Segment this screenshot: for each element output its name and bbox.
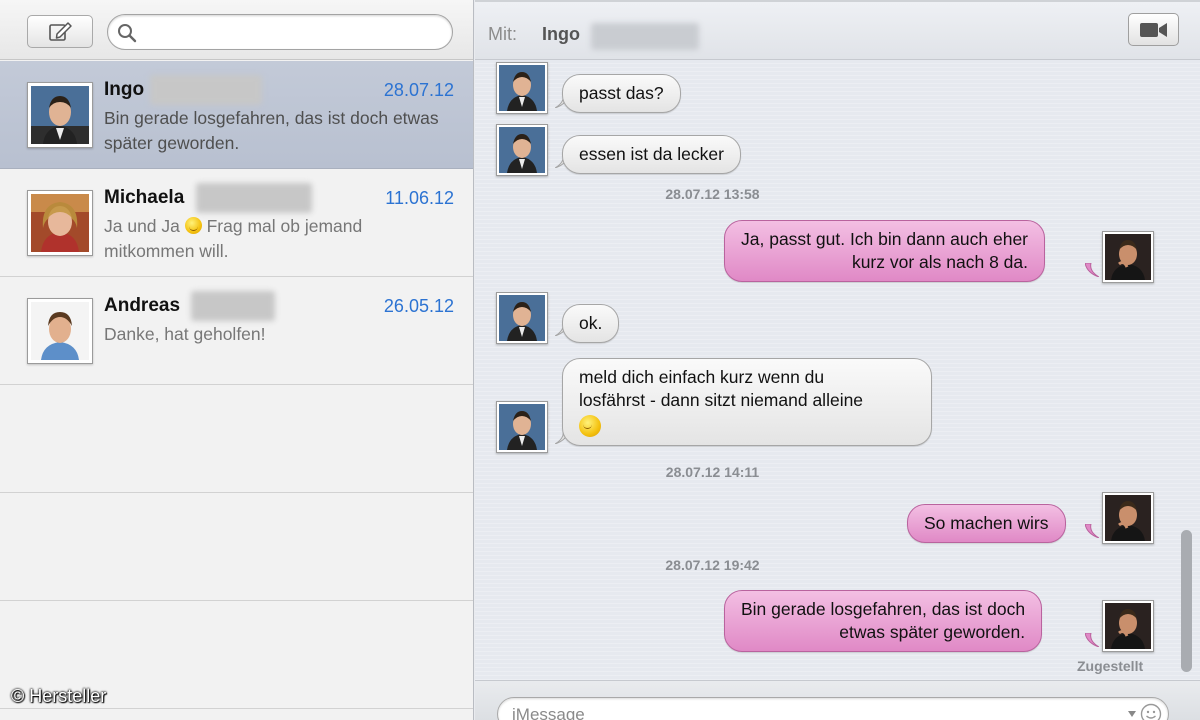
conversation-sidebar: Ingo 28.07.12 Bin gerade losgefahren, da…	[0, 0, 474, 720]
search-field[interactable]	[107, 14, 453, 50]
avatar	[27, 190, 93, 256]
incoming-message: meld dich einfach kurz wenn du losfährst…	[562, 358, 932, 446]
conversation-preview: Danke, hat geholfen!	[104, 324, 266, 344]
sender-avatar	[496, 124, 548, 176]
own-avatar	[1102, 492, 1154, 544]
outgoing-message: So machen wirs	[907, 504, 1066, 543]
sender-avatar	[496, 62, 548, 114]
compose-button[interactable]	[27, 15, 93, 48]
timestamp-text: 28.07.12 14:11	[665, 464, 760, 480]
timestamp-text: 28.07.12 19:42	[665, 557, 760, 573]
conversation-item-ingo[interactable]: Ingo 28.07.12 Bin gerade losgefahren, da…	[0, 61, 473, 169]
avatar	[27, 82, 93, 148]
empty-conversation-row	[0, 493, 473, 601]
outgoing-message: Bin gerade losgefahren, das ist doch etw…	[724, 590, 1043, 652]
empty-conversation-row	[0, 385, 473, 493]
outgoing-message: Ja, passt gut. Ich bin dann auch eher ku…	[724, 220, 1045, 282]
bubble-tail	[1085, 263, 1099, 277]
chat-scrollbar[interactable]	[1181, 530, 1192, 672]
message-text-line: etwas später geworden.	[839, 622, 1026, 642]
compose-icon	[49, 21, 72, 41]
own-avatar	[1102, 600, 1154, 652]
delivery-status: Zugestellt	[1077, 658, 1144, 674]
emoji-picker-button[interactable]	[1120, 703, 1162, 720]
dropdown-arrow-icon	[1128, 711, 1136, 717]
message-timestamp: 28.07.12 14:11	[475, 464, 1200, 480]
conversation-item-andreas[interactable]: Andreas 26.05.12 Danke, hat geholfen!	[0, 277, 473, 385]
redacted-surname	[196, 183, 312, 213]
bubble-tail	[1085, 633, 1099, 647]
smiley-emoji-icon	[579, 415, 601, 437]
bubble-tail	[1085, 524, 1099, 538]
sidebar-toolbar	[0, 0, 473, 60]
redacted-surname	[591, 23, 699, 50]
sender-avatar	[496, 401, 548, 453]
message-text-line: Ja, passt gut. Ich bin dann auch eher	[741, 229, 1028, 249]
conversation-date: 26.05.12	[383, 296, 454, 316]
video-camera-icon	[1139, 22, 1167, 37]
smiley-emoji-icon	[184, 217, 202, 234]
chat-pane: Mit: Ingo passt das? essen ist da lecker…	[475, 0, 1200, 720]
incoming-message: passt das?	[562, 74, 681, 113]
sender-avatar	[496, 292, 548, 344]
message-text: So machen wirs	[924, 513, 1049, 533]
message-timestamp: 28.07.12 19:42	[475, 557, 1200, 573]
message-text-line: Bin gerade losgefahren, das ist doch	[741, 599, 1026, 619]
redacted-surname	[191, 291, 275, 321]
copyright-watermark: © Hersteller	[11, 686, 107, 706]
conversation-date: 11.06.12	[385, 188, 454, 208]
message-text-line: losfährst - dann sitzt niemand alleine	[579, 390, 864, 410]
conversation-date: 28.07.12	[383, 80, 454, 100]
conversation-preview: Ja und Ja Frag mal ob jemand mitkommen w…	[104, 214, 454, 264]
redacted-surname	[150, 75, 262, 105]
to-label: Mit:	[488, 24, 517, 44]
message-text: essen ist da lecker	[579, 144, 724, 164]
preview-text: Ja und Ja	[104, 216, 185, 236]
emoji-picker-icon	[1140, 703, 1162, 720]
message-input-bar	[475, 680, 1200, 720]
search-input[interactable]	[144, 21, 442, 43]
incoming-message: essen ist da lecker	[562, 135, 741, 174]
conversation-name: Andreas	[104, 295, 181, 316]
message-timestamp: 28.07.12 13:58	[475, 186, 1200, 202]
incoming-message: ok.	[562, 304, 620, 343]
video-call-button[interactable]	[1128, 13, 1179, 46]
timestamp-text: 28.07.12 13:58	[665, 186, 760, 202]
conversation-item-michaela[interactable]: Michaela 11.06.12 Ja und Ja Frag mal ob …	[0, 169, 473, 277]
own-avatar	[1102, 231, 1154, 283]
recipient-name[interactable]: Ingo	[542, 24, 580, 45]
message-text: passt das?	[579, 83, 664, 103]
message-input[interactable]	[512, 705, 1092, 720]
avatar	[27, 298, 93, 364]
conversation-name: Ingo	[104, 79, 145, 100]
message-text-line: meld dich einfach kurz wenn du	[579, 367, 825, 387]
conversation-preview: Bin gerade losgefahren, das ist doch etw…	[104, 108, 439, 153]
chat-header: Mit: Ingo	[475, 0, 1200, 60]
message-field[interactable]	[497, 697, 1169, 720]
message-text-line: kurz vor als nach 8 da.	[851, 252, 1028, 272]
message-text: ok.	[579, 313, 603, 333]
search-icon	[118, 24, 137, 43]
conversation-name: Michaela	[104, 187, 185, 208]
